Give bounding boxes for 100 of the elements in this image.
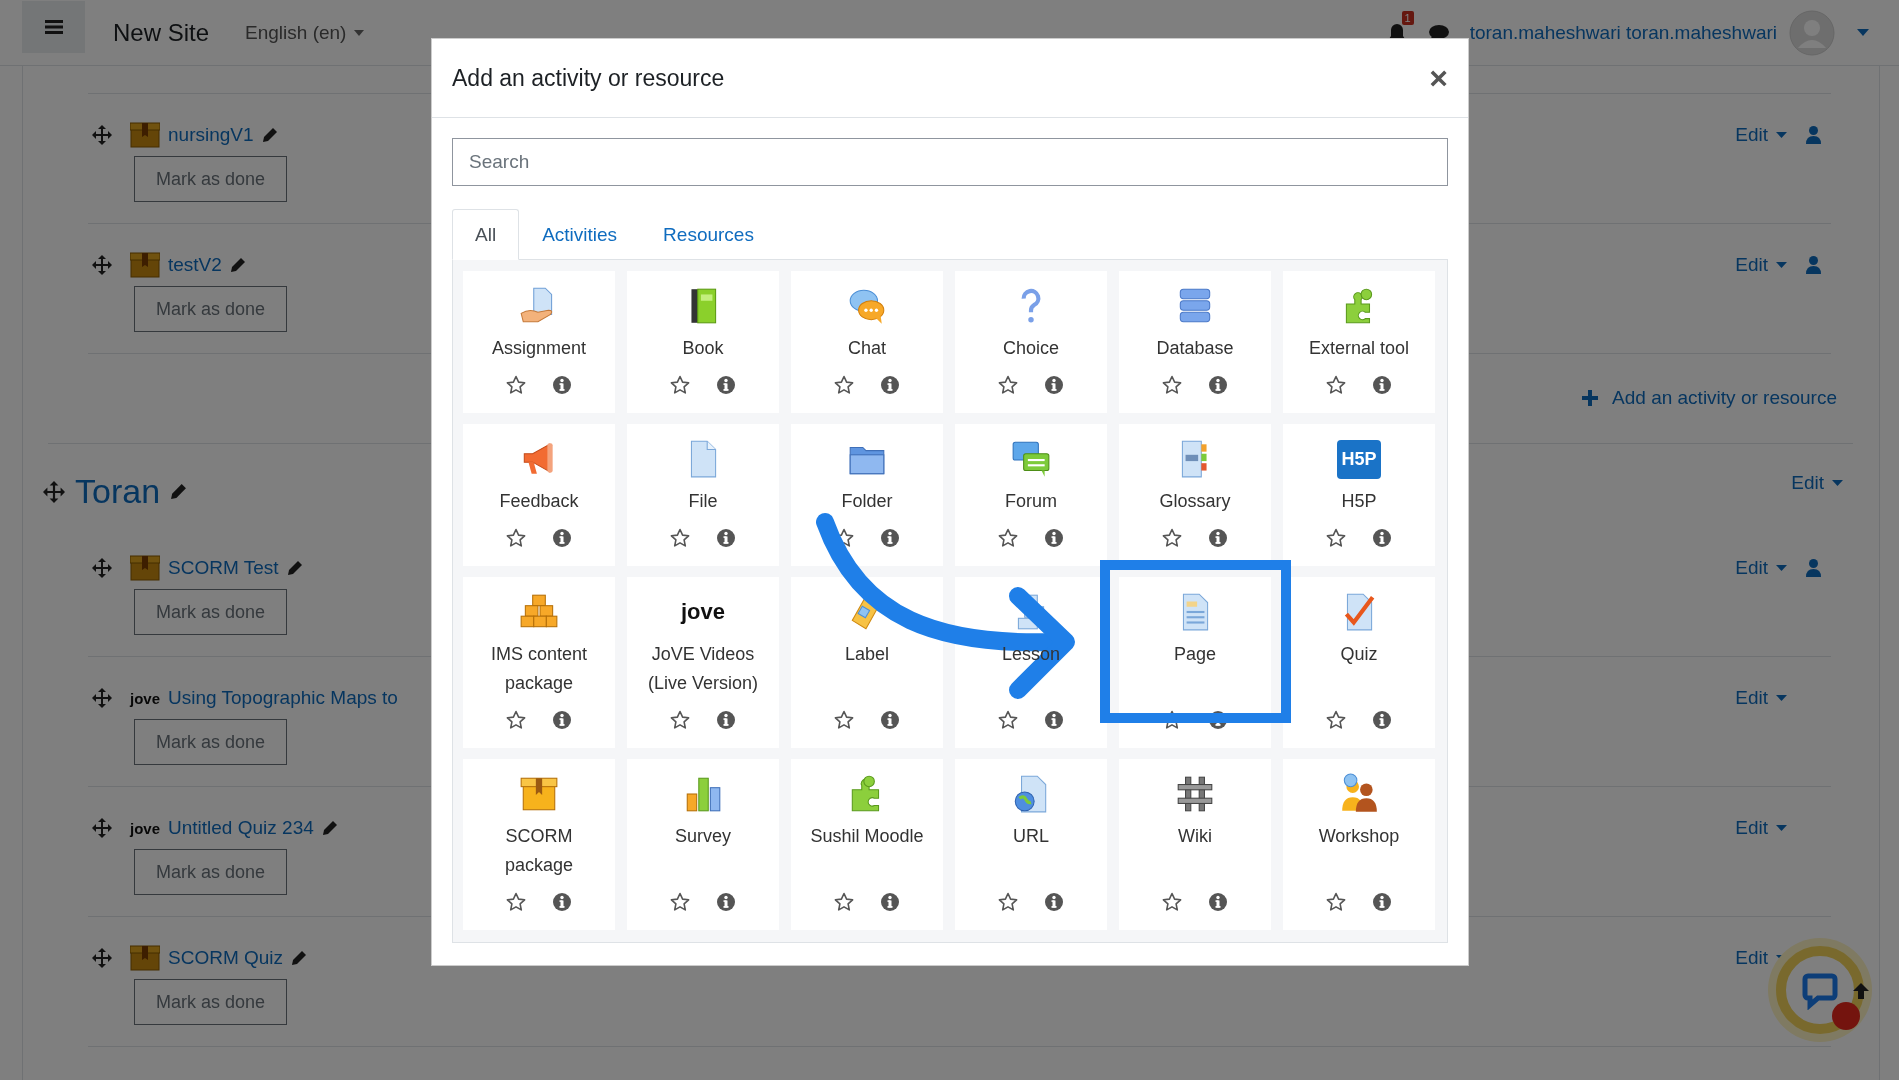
activity-link[interactable]: SCORM Quiz xyxy=(168,947,284,969)
star-icon[interactable] xyxy=(834,375,854,395)
edit-menu[interactable]: Edit xyxy=(1735,557,1787,579)
move-icon[interactable] xyxy=(92,818,112,838)
mark-as-done-button[interactable]: Mark as done xyxy=(134,589,287,635)
info-icon[interactable] xyxy=(1372,375,1392,395)
star-icon[interactable] xyxy=(998,528,1018,548)
star-icon[interactable] xyxy=(1326,892,1346,912)
star-icon[interactable] xyxy=(506,710,526,730)
activity-card[interactable]: Database xyxy=(1119,271,1271,413)
activity-card[interactable]: External tool xyxy=(1283,271,1435,413)
star-icon[interactable] xyxy=(998,375,1018,395)
star-icon[interactable] xyxy=(506,892,526,912)
tab[interactable]: Activities xyxy=(519,209,641,260)
info-icon[interactable] xyxy=(1208,528,1228,548)
star-icon[interactable] xyxy=(1326,528,1346,548)
activity-link[interactable]: testV2 xyxy=(168,254,222,276)
activity-card[interactable]: jove JoVE Videos (Live Version) xyxy=(627,577,779,748)
activity-card[interactable]: File xyxy=(627,424,779,566)
activity-link[interactable]: SCORM Test xyxy=(168,557,279,579)
info-icon[interactable] xyxy=(552,375,572,395)
mark-as-done-button[interactable]: Mark as done xyxy=(134,979,287,1025)
activity-card[interactable]: IMS content package xyxy=(463,577,615,748)
language-menu[interactable]: English (en) xyxy=(245,21,365,44)
move-icon[interactable] xyxy=(92,558,112,578)
info-icon[interactable] xyxy=(552,892,572,912)
info-icon[interactable] xyxy=(1044,528,1064,548)
activity-card[interactable]: Sushil Moodle xyxy=(791,759,943,930)
activity-card[interactable]: Quiz xyxy=(1283,577,1435,748)
edit-menu[interactable]: Edit xyxy=(1735,124,1787,146)
info-icon[interactable] xyxy=(880,710,900,730)
pencil-icon[interactable] xyxy=(286,560,303,576)
star-icon[interactable] xyxy=(506,528,526,548)
star-icon[interactable] xyxy=(670,528,690,548)
mark-as-done-button[interactable]: Mark as done xyxy=(134,156,287,202)
pencil-icon[interactable] xyxy=(291,950,308,966)
move-icon[interactable] xyxy=(92,255,112,275)
info-icon[interactable] xyxy=(1044,710,1064,730)
activity-card[interactable]: H5P H5P xyxy=(1283,424,1435,566)
edit-menu[interactable]: Edit xyxy=(1735,254,1787,276)
edit-menu[interactable]: Edit xyxy=(1735,687,1787,709)
info-icon[interactable] xyxy=(1372,528,1392,548)
edit-menu[interactable]: Edit xyxy=(1791,472,1843,494)
info-icon[interactable] xyxy=(880,375,900,395)
tab[interactable]: All xyxy=(452,209,520,260)
info-icon[interactable] xyxy=(1372,892,1392,912)
move-icon[interactable] xyxy=(92,125,112,145)
activity-card[interactable]: Survey xyxy=(627,759,779,930)
user-name[interactable]: toran.maheshwari toran.maheshwari xyxy=(1469,21,1777,44)
mark-as-done-button[interactable]: Mark as done xyxy=(134,849,287,895)
activity-card[interactable]: SCORM package xyxy=(463,759,615,930)
star-icon[interactable] xyxy=(670,375,690,395)
info-icon[interactable] xyxy=(552,710,572,730)
arrow-up-icon[interactable] xyxy=(1852,982,1870,1000)
mark-as-done-button[interactable]: Mark as done xyxy=(134,719,287,765)
info-icon[interactable] xyxy=(716,528,736,548)
activity-card[interactable]: Feedback xyxy=(463,424,615,566)
star-icon[interactable] xyxy=(834,892,854,912)
info-icon[interactable] xyxy=(1208,375,1228,395)
info-icon[interactable] xyxy=(1372,710,1392,730)
star-icon[interactable] xyxy=(1162,892,1182,912)
activity-card[interactable]: Choice xyxy=(955,271,1107,413)
info-icon[interactable] xyxy=(716,710,736,730)
activity-card[interactable]: Folder xyxy=(791,424,943,566)
pencil-icon[interactable] xyxy=(170,483,188,500)
section-title[interactable]: Toran xyxy=(75,472,161,511)
activity-card[interactable]: URL xyxy=(955,759,1107,930)
move-icon[interactable] xyxy=(92,948,112,968)
info-icon[interactable] xyxy=(716,892,736,912)
menu-button[interactable] xyxy=(22,0,85,53)
tab[interactable]: Resources xyxy=(640,209,777,260)
pencil-icon[interactable] xyxy=(229,257,246,273)
info-icon[interactable] xyxy=(880,528,900,548)
info-icon[interactable] xyxy=(552,528,572,548)
info-icon[interactable] xyxy=(1208,892,1228,912)
activity-card[interactable]: Chat xyxy=(791,271,943,413)
info-icon[interactable] xyxy=(716,375,736,395)
activity-card[interactable]: Wiki xyxy=(1119,759,1271,930)
star-icon[interactable] xyxy=(1162,528,1182,548)
star-icon[interactable] xyxy=(1326,375,1346,395)
activity-link[interactable]: nursingV1 xyxy=(168,124,254,146)
pencil-icon[interactable] xyxy=(321,820,338,836)
star-icon[interactable] xyxy=(1162,375,1182,395)
star-icon[interactable] xyxy=(670,710,690,730)
mark-as-done-button[interactable]: Mark as done xyxy=(134,286,287,332)
star-icon[interactable] xyxy=(998,710,1018,730)
activity-link[interactable]: Using Topographic Maps to xyxy=(168,687,398,709)
activity-link[interactable]: Untitled Quiz 234 xyxy=(168,817,314,839)
star-icon[interactable] xyxy=(506,375,526,395)
move-icon[interactable] xyxy=(43,480,65,503)
activity-card[interactable]: Workshop xyxy=(1283,759,1435,930)
star-icon[interactable] xyxy=(1326,710,1346,730)
activity-card[interactable]: Assignment xyxy=(463,271,615,413)
info-icon[interactable] xyxy=(1044,892,1064,912)
pencil-icon[interactable] xyxy=(261,127,278,143)
star-icon[interactable] xyxy=(998,892,1018,912)
site-name[interactable]: New Site xyxy=(113,18,210,47)
activity-card[interactable]: Label xyxy=(791,577,943,748)
activity-card[interactable]: Book xyxy=(627,271,779,413)
star-icon[interactable] xyxy=(834,710,854,730)
